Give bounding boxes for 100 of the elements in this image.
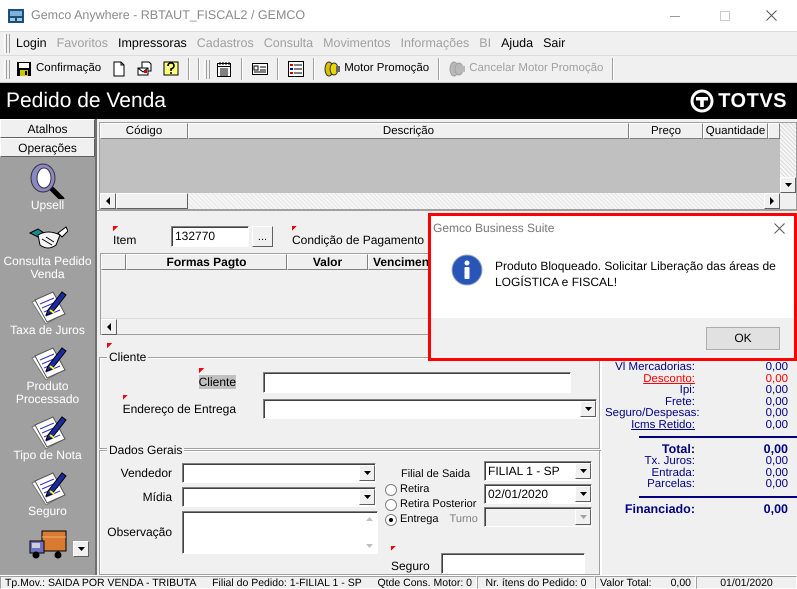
column-header[interactable]: Preço xyxy=(629,123,703,139)
dialog-title: Gemco Business Suite xyxy=(433,220,554,236)
dropdown-button[interactable] xyxy=(580,401,596,417)
horizontal-scrollbar[interactable] xyxy=(100,193,780,209)
dropdown-field[interactable] xyxy=(263,399,597,419)
field-label: Vendedor xyxy=(120,466,172,480)
menu-item[interactable]: Sair xyxy=(538,36,570,51)
column-header[interactable]: Vencimen xyxy=(368,254,430,270)
field-label: Endereço de Entrega xyxy=(122,402,236,416)
scroll-down-button[interactable] xyxy=(73,541,89,557)
column-header[interactable]: Código xyxy=(100,123,188,139)
scroll-thumb[interactable] xyxy=(116,193,188,209)
group-title: Cliente xyxy=(109,350,146,364)
lookup-button[interactable]: ... xyxy=(252,226,273,247)
document-envelope-icon[interactable] xyxy=(137,61,154,77)
total-value: 0,00 xyxy=(762,502,788,516)
menu-item[interactable]: Ajuda xyxy=(496,36,538,51)
status-text: 0,00 xyxy=(670,577,691,588)
save-icon xyxy=(16,61,32,77)
total-label: Tx. Juros: xyxy=(644,456,695,468)
dropdown-field[interactable] xyxy=(182,463,376,483)
caret-icon xyxy=(578,514,588,520)
total-value: 0,00 xyxy=(764,479,788,490)
scroll-left-button[interactable] xyxy=(100,193,116,209)
caret-icon xyxy=(362,494,372,500)
calendar-icon[interactable] xyxy=(216,61,232,77)
dropdown-field[interactable]: 02/01/2020 xyxy=(484,484,592,504)
text-field[interactable] xyxy=(441,553,585,574)
column-header[interactable]: Formas Pagto xyxy=(126,254,287,270)
dropdown-field[interactable] xyxy=(182,487,376,507)
total-link[interactable]: Icms Retido: xyxy=(605,420,695,431)
sidebar-tab[interactable]: Atalhos xyxy=(0,119,95,138)
radio-button[interactable] xyxy=(385,514,397,526)
radio-label[interactable]: Entrega xyxy=(400,512,439,526)
magnifier-icon[interactable] xyxy=(28,163,68,199)
scroll-right-button[interactable] xyxy=(764,193,780,209)
field-label: Item xyxy=(113,232,136,247)
menu-item[interactable]: Login xyxy=(11,36,52,51)
item-field[interactable]: 132770 xyxy=(171,226,249,247)
help-icon[interactable] xyxy=(163,61,180,77)
field-label: Condição de Pagamento xyxy=(292,232,424,247)
card-icon[interactable] xyxy=(252,61,268,77)
status-text: Tp.Mov.: SAIDA POR VENDA - TRIBUTA xyxy=(5,577,196,588)
total-label: Ipi: xyxy=(678,385,695,396)
radio-label[interactable]: Retira xyxy=(400,482,430,496)
radio-label[interactable]: Retira Posterior xyxy=(400,498,476,512)
vertical-scrollbar[interactable] xyxy=(780,123,796,177)
field-label: Cliente xyxy=(198,375,236,390)
group-title: Dados Gerais xyxy=(107,443,184,458)
header-filler xyxy=(768,123,780,139)
caret-icon xyxy=(584,406,592,412)
scroll-down-button[interactable] xyxy=(780,177,796,193)
field-label: Seguro xyxy=(391,559,430,574)
scroll-left-button[interactable] xyxy=(101,319,117,335)
dropdown-button[interactable] xyxy=(575,463,591,479)
text-field[interactable] xyxy=(263,372,571,393)
field-label: Turno xyxy=(450,512,478,526)
sidebar-tab[interactable]: Operações xyxy=(0,138,95,157)
dropdown-button[interactable] xyxy=(359,489,375,505)
total-link[interactable]: Desconto: xyxy=(605,374,695,385)
dropdown-button[interactable] xyxy=(359,465,375,481)
radio-button[interactable] xyxy=(385,484,397,496)
menu-grip[interactable] xyxy=(4,34,7,53)
radio-button[interactable] xyxy=(385,498,397,510)
total-label: Frete: xyxy=(664,396,695,408)
column-header[interactable]: Valor xyxy=(287,254,368,270)
total-label: Entrada: xyxy=(650,468,695,478)
total-value: 0,00 xyxy=(764,362,788,374)
toolbar-button[interactable]: Confirmação xyxy=(11,58,106,80)
dropdown-button[interactable] xyxy=(575,486,591,502)
field-label: Filial de Saida xyxy=(401,468,470,482)
total-value: 0,00 xyxy=(764,385,788,396)
field-label: Observação xyxy=(106,525,172,540)
list-icon[interactable] xyxy=(288,61,304,77)
logo-text: TOTVS xyxy=(718,89,787,113)
toolbar-grip[interactable] xyxy=(4,60,7,78)
text-area[interactable] xyxy=(182,511,378,554)
total-label: Financiado: xyxy=(624,502,695,516)
caret-icon xyxy=(578,468,588,474)
close-icon[interactable] xyxy=(766,10,777,21)
status-text: Filial do Pedido: 1-FILIAL 1 - SP xyxy=(212,577,362,588)
info-icon xyxy=(451,254,483,286)
menu-item[interactable]: Impressoras xyxy=(113,36,192,51)
total-label: Parcelas: xyxy=(646,479,695,490)
document-icon[interactable] xyxy=(111,61,128,77)
column-header[interactable]: Quantidade xyxy=(703,123,768,139)
dropdown-field[interactable]: FILIAL 1 - SP xyxy=(484,461,592,481)
toolbar-grip[interactable] xyxy=(204,60,208,78)
caret-icon xyxy=(769,197,775,205)
logo-icon xyxy=(690,89,714,113)
total-value: 0,00 xyxy=(764,396,788,408)
total-value: 0,00 xyxy=(764,420,788,431)
status-text: Valor Total: xyxy=(600,577,652,588)
column-header[interactable]: Descrição xyxy=(188,123,629,139)
toolbar-button[interactable]: Motor Promoção xyxy=(319,58,434,80)
close-icon[interactable] xyxy=(774,222,785,234)
ok-button[interactable]: OK xyxy=(706,326,780,350)
field-label: Mídia xyxy=(142,490,172,504)
caret-icon xyxy=(105,197,111,205)
scroll-down-icon xyxy=(364,543,374,549)
